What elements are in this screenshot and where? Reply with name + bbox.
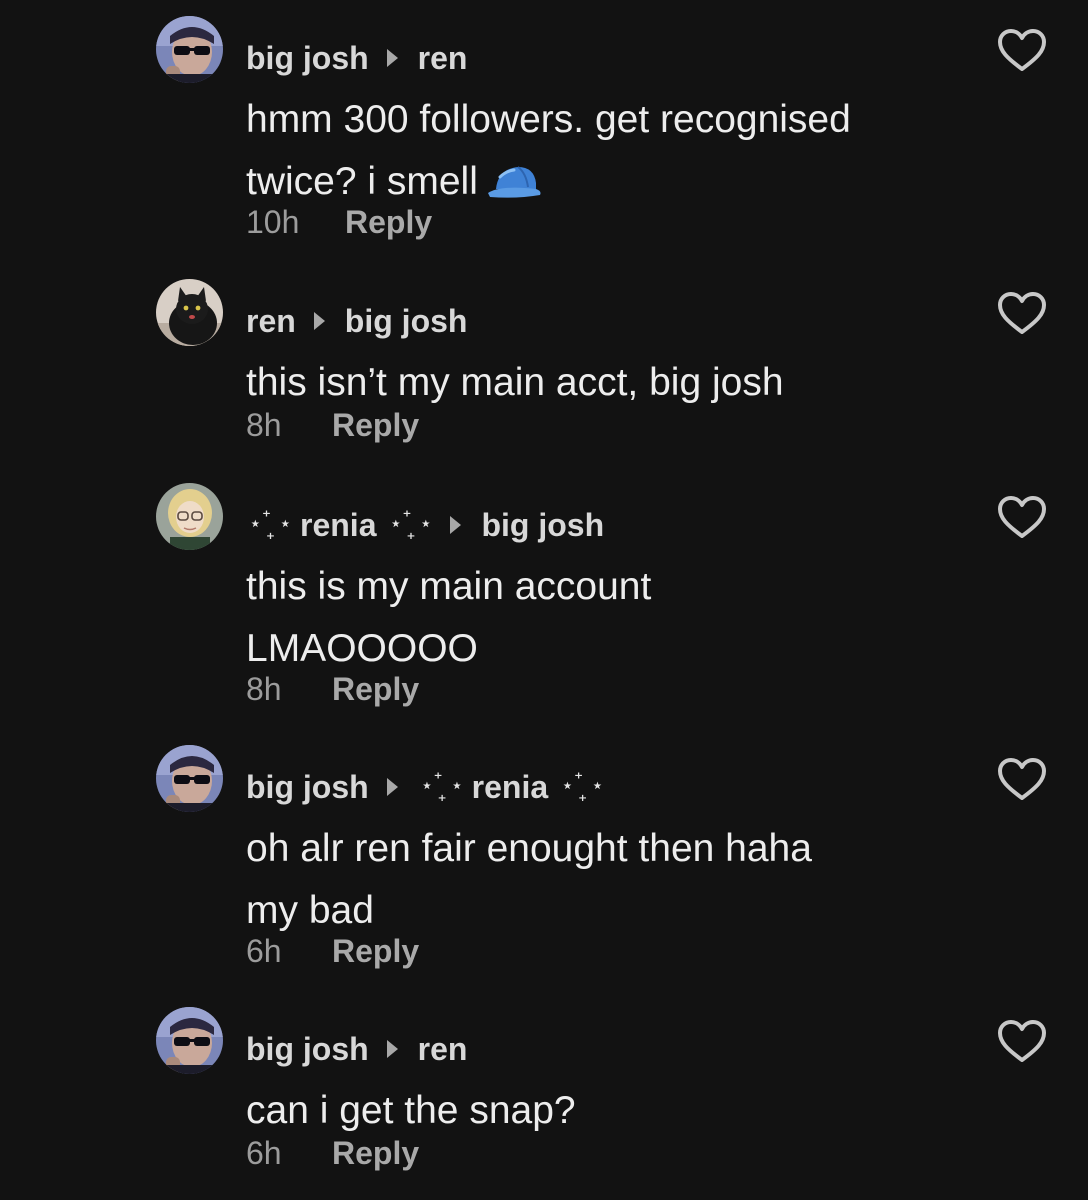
author-name[interactable]: ren xyxy=(246,303,296,340)
reply-button[interactable]: Reply xyxy=(332,1133,419,1173)
reply-to-name[interactable]: big josh xyxy=(345,303,468,340)
reply-button[interactable]: Reply xyxy=(332,405,419,445)
sparkle-decoration-icon: ⋆ ⁺ ₊ ⋆ xyxy=(421,769,463,805)
sparkle-decoration-icon: ⋆ ⁺ ₊ ⋆ xyxy=(250,507,291,543)
comment-meta: 6h Reply xyxy=(246,931,419,971)
reply-arrow-icon xyxy=(450,516,462,534)
like-heart-icon[interactable] xyxy=(997,495,1047,541)
comment-text: this is my main account LMAOOOOO xyxy=(246,556,966,680)
timestamp: 8h xyxy=(246,671,282,707)
sparkle-decoration-icon: ⋆ ⁺ ₊ ⋆ xyxy=(562,769,603,805)
avatar[interactable] xyxy=(156,279,223,346)
reply-to-name[interactable]: ren xyxy=(418,1031,468,1068)
like-heart-icon[interactable] xyxy=(997,28,1047,74)
comment-body-line: this is my main account xyxy=(246,565,652,608)
comment-header: big josh ren xyxy=(246,34,467,82)
author-name[interactable]: big josh xyxy=(246,40,369,77)
reply-arrow-icon xyxy=(386,1040,398,1058)
comment-header: ⋆ ⁺ ₊ ⋆ renia ⋆ ⁺ ₊ ⋆ big josh xyxy=(246,501,604,549)
like-heart-icon[interactable] xyxy=(997,757,1047,803)
comment-body: can i get the snap? xyxy=(246,1089,576,1132)
like-heart-icon[interactable] xyxy=(997,1019,1047,1065)
comment-meta: 8h Reply xyxy=(246,405,419,445)
reply-arrow-icon xyxy=(386,49,398,67)
timestamp: 8h xyxy=(246,407,282,443)
avatar[interactable] xyxy=(156,16,223,83)
reply-arrow-icon xyxy=(386,778,398,796)
comment-text: hmm 300 followers. get recognised twice?… xyxy=(246,89,966,213)
comment-body-line: oh alr ren fair enought then haha xyxy=(246,827,812,870)
comment-meta: 10h Reply xyxy=(246,202,432,242)
like-heart-icon[interactable] xyxy=(997,291,1047,337)
comment-meta: 6h Reply xyxy=(246,1133,419,1173)
avatar[interactable] xyxy=(156,1007,223,1074)
comment-body: hmm 300 followers. get recognised twice?… xyxy=(246,98,851,203)
reply-to-name[interactable]: big josh xyxy=(481,507,604,544)
comment-body: this isn’t my main acct, big josh xyxy=(246,361,784,404)
reply-arrow-icon xyxy=(313,312,325,330)
author-name[interactable]: big josh xyxy=(246,1031,369,1068)
reply-to-name[interactable]: ren xyxy=(418,40,468,77)
comment-text: oh alr ren fair enought then haha my bad xyxy=(246,818,966,942)
reply-button[interactable]: Reply xyxy=(345,202,432,242)
sparkle-decoration-icon: ⋆ ⁺ ₊ ⋆ xyxy=(390,507,432,543)
avatar[interactable] xyxy=(156,745,223,812)
timestamp: 6h xyxy=(246,933,282,969)
comment-meta: 8h Reply xyxy=(246,669,419,709)
comment-header: ren big josh xyxy=(246,297,467,345)
reply-button[interactable]: Reply xyxy=(332,669,419,709)
avatar[interactable] xyxy=(156,483,223,550)
comment-header: big josh ⋆ ⁺ ₊ ⋆ renia ⋆ ⁺ ₊ ⋆ xyxy=(246,763,604,811)
blue-cap-emoji-icon xyxy=(486,160,544,200)
reply-button[interactable]: Reply xyxy=(332,931,419,971)
timestamp: 6h xyxy=(246,1135,282,1171)
author-name[interactable]: renia xyxy=(300,507,376,544)
comment-header: big josh ren xyxy=(246,1025,467,1073)
timestamp: 10h xyxy=(246,204,300,240)
author-name[interactable]: big josh xyxy=(246,769,369,806)
reply-to-name[interactable]: renia xyxy=(472,769,548,806)
